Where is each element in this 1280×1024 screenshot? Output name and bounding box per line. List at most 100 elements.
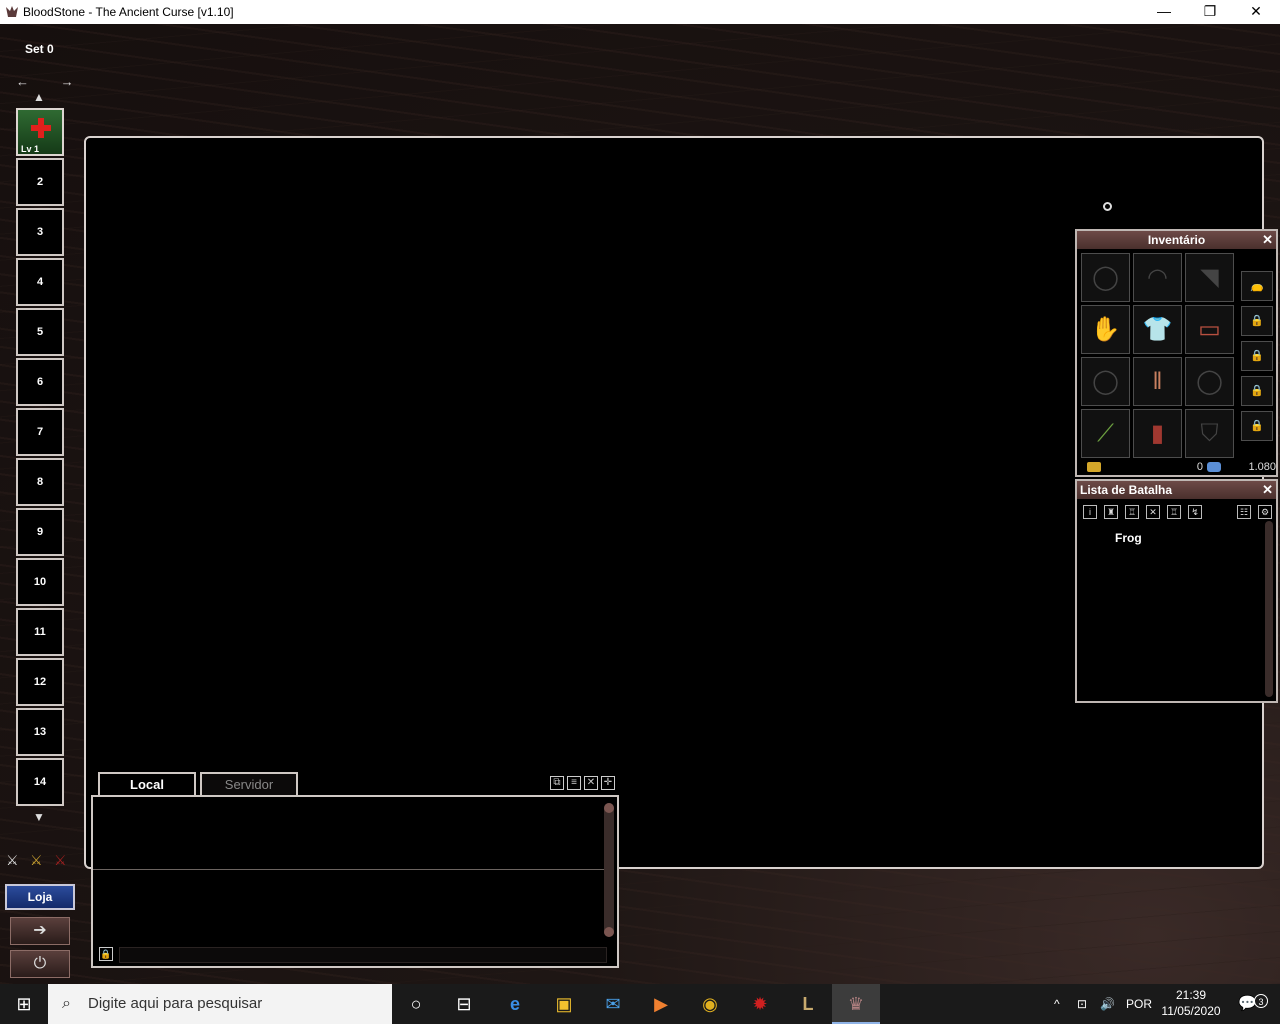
chat-menu-icon[interactable]: ≡	[567, 776, 581, 790]
chat-scrollbar[interactable]	[604, 803, 614, 937]
chat-tab-local[interactable]: Local	[98, 772, 196, 796]
chat-close-icon[interactable]: ✕	[584, 776, 598, 790]
bracer-icon[interactable]: ▭	[1185, 305, 1234, 354]
mail-icon[interactable]: ✉	[589, 984, 637, 1024]
battle-list-close-icon[interactable]: ✕	[1262, 481, 1273, 499]
gloves-icon[interactable]: ✋	[1081, 305, 1130, 354]
bag-slot-icon[interactable]: 👝	[1241, 271, 1273, 301]
battle-list-panel: Lista de Batalha ✕ i ♜ ♖ ✕ ♖ ↯ ☷ ⚙ Frog	[1075, 479, 1278, 703]
set-label: Set 0	[25, 42, 54, 56]
hotbar-slot[interactable]: 11	[16, 608, 64, 656]
chat-tab-server[interactable]: Servidor	[200, 772, 298, 796]
filter-npc-icon[interactable]: ♖	[1125, 505, 1139, 519]
chat-input[interactable]	[119, 947, 607, 963]
battle-list-title: Lista de Batalha	[1080, 483, 1173, 497]
hotbar-slot[interactable]: 8	[16, 458, 64, 506]
attack-mode-icon[interactable]: ⚔	[6, 852, 19, 869]
battle-list-scrollbar[interactable]	[1265, 521, 1273, 697]
chrome-icon[interactable]: ◉	[686, 984, 734, 1024]
bow-icon[interactable]: ⟋	[1081, 409, 1130, 458]
taskbar-search[interactable]: ⌕ Digite aqui para pesquisar	[48, 984, 392, 1024]
chat-move-icon[interactable]: ✛	[601, 776, 615, 790]
clock-date: 11/05/2020	[1161, 1004, 1221, 1018]
volume-icon[interactable]: 🔊	[1100, 984, 1115, 1024]
locked-bag-icon[interactable]: 🔒	[1241, 341, 1273, 371]
hotbar-slot[interactable]: 12	[16, 658, 64, 706]
boots-icon[interactable]: ▮	[1133, 409, 1182, 458]
filter-player-icon[interactable]: i	[1083, 505, 1097, 519]
enter-button[interactable]: ➔	[10, 917, 70, 945]
locked-bag-icon[interactable]: 🔒	[1241, 306, 1273, 336]
hotbar-slot-1[interactable]: Lv 1	[16, 108, 64, 156]
task-view-icon[interactable]: ⊟	[440, 984, 488, 1024]
hotbar-slot[interactable]: 2	[16, 158, 64, 206]
window-title: BloodStone - The Ancient Curse [v1.10]	[23, 5, 234, 19]
tray-chevron-icon[interactable]: ^	[1054, 984, 1060, 1024]
necklace-icon[interactable]: ◯	[1081, 253, 1130, 302]
gold-icon	[1087, 462, 1101, 472]
language-indicator[interactable]: POR	[1126, 984, 1152, 1024]
settings-gear-icon[interactable]: ⚙	[1258, 505, 1272, 519]
helmet-icon[interactable]: ◠	[1133, 253, 1182, 302]
app-icon	[6, 6, 18, 17]
shirt-icon[interactable]: 👕	[1133, 305, 1182, 354]
edge-icon[interactable]: e	[491, 984, 539, 1024]
shop-button[interactable]: Loja	[5, 884, 75, 910]
attack-mode-icon[interactable]: ⚔	[30, 852, 43, 869]
game-area[interactable]: Set 0 ← → ▲ Lv 1 2 3 4 5 6 7 8 9 10 11 1…	[0, 24, 1280, 984]
league-of-legends-icon[interactable]: L	[784, 984, 832, 1024]
battle-list-header[interactable]: Lista de Batalha ✕	[1077, 481, 1276, 499]
inventory-close-icon[interactable]: ✕	[1262, 231, 1273, 249]
heal-cross-icon	[31, 118, 51, 138]
windows-start-icon[interactable]: ⊞	[0, 984, 48, 1024]
set-switch-arrows[interactable]: ← →	[16, 74, 88, 89]
clock[interactable]: 21:39 11/05/2020	[1158, 987, 1224, 1019]
hotbar-slot[interactable]: 13	[16, 708, 64, 756]
inventory-header[interactable]: Inventário ✕	[1077, 231, 1276, 249]
ring-icon[interactable]: ◯	[1185, 357, 1234, 406]
hotbar-slot[interactable]: 9	[16, 508, 64, 556]
locked-bag-icon[interactable]: 🔒	[1241, 411, 1273, 441]
hotbar-slot[interactable]: 6	[16, 358, 64, 406]
sort-icon[interactable]: ☷	[1237, 505, 1251, 519]
hotbar-slot[interactable]: 5	[16, 308, 64, 356]
attack-mode-icon[interactable]: ⚔	[54, 852, 67, 869]
hotbar-slot[interactable]: 14	[16, 758, 64, 806]
chat-box: 🔒	[91, 795, 619, 968]
shield-icon[interactable]: ⛉	[1185, 409, 1234, 458]
power-button[interactable]: ⏻	[10, 950, 70, 978]
hotbar-down-arrow-icon[interactable]: ▼	[33, 810, 45, 824]
gold-amount: 0	[1196, 461, 1203, 473]
locked-bag-icon[interactable]: 🔒	[1241, 376, 1273, 406]
minimize-button[interactable]: —	[1141, 0, 1187, 24]
clock-time: 21:39	[1175, 988, 1207, 1002]
chat-divider	[93, 869, 605, 870]
gem-amount: 1.080	[1248, 461, 1276, 473]
network-icon[interactable]: ⊡	[1077, 984, 1087, 1024]
battle-list-entry[interactable]: Frog	[1115, 531, 1142, 545]
close-button[interactable]: ✕	[1233, 0, 1279, 24]
cape-icon[interactable]: ◥	[1185, 253, 1234, 302]
hotbar-slot[interactable]: 7	[16, 408, 64, 456]
media-player-icon[interactable]: ▶	[637, 984, 685, 1024]
gem-icon	[1207, 462, 1221, 472]
attack-mode-icons: ⚔ ⚔ ⚔	[6, 852, 76, 868]
filter-party-icon[interactable]: ♖	[1167, 505, 1181, 519]
search-icon: ⌕	[62, 995, 71, 1012]
hotbar-slot[interactable]: 3	[16, 208, 64, 256]
restore-button[interactable]: ❐	[1187, 0, 1233, 24]
hotbar-slot[interactable]: 10	[16, 558, 64, 606]
hotbar-slot[interactable]: 4	[16, 258, 64, 306]
chat-window-icon[interactable]: ⧉	[550, 776, 564, 790]
file-explorer-icon[interactable]: ▣	[540, 984, 588, 1024]
filter-attack-icon[interactable]: ✕	[1146, 505, 1160, 519]
pants-icon[interactable]: ‖	[1133, 357, 1182, 406]
bloodstone-taskbar-icon[interactable]: ♛	[832, 984, 880, 1024]
filter-monster-icon[interactable]: ♜	[1104, 505, 1118, 519]
cortana-icon[interactable]: ○	[392, 984, 440, 1024]
hotbar-up-arrow-icon[interactable]: ▲	[33, 90, 45, 104]
ring-icon[interactable]: ◯	[1081, 357, 1130, 406]
filter-skull-icon[interactable]: ↯	[1188, 505, 1202, 519]
game-launcher-icon[interactable]: ✹	[736, 984, 784, 1024]
chat-lock-icon[interactable]: 🔒	[99, 947, 113, 961]
